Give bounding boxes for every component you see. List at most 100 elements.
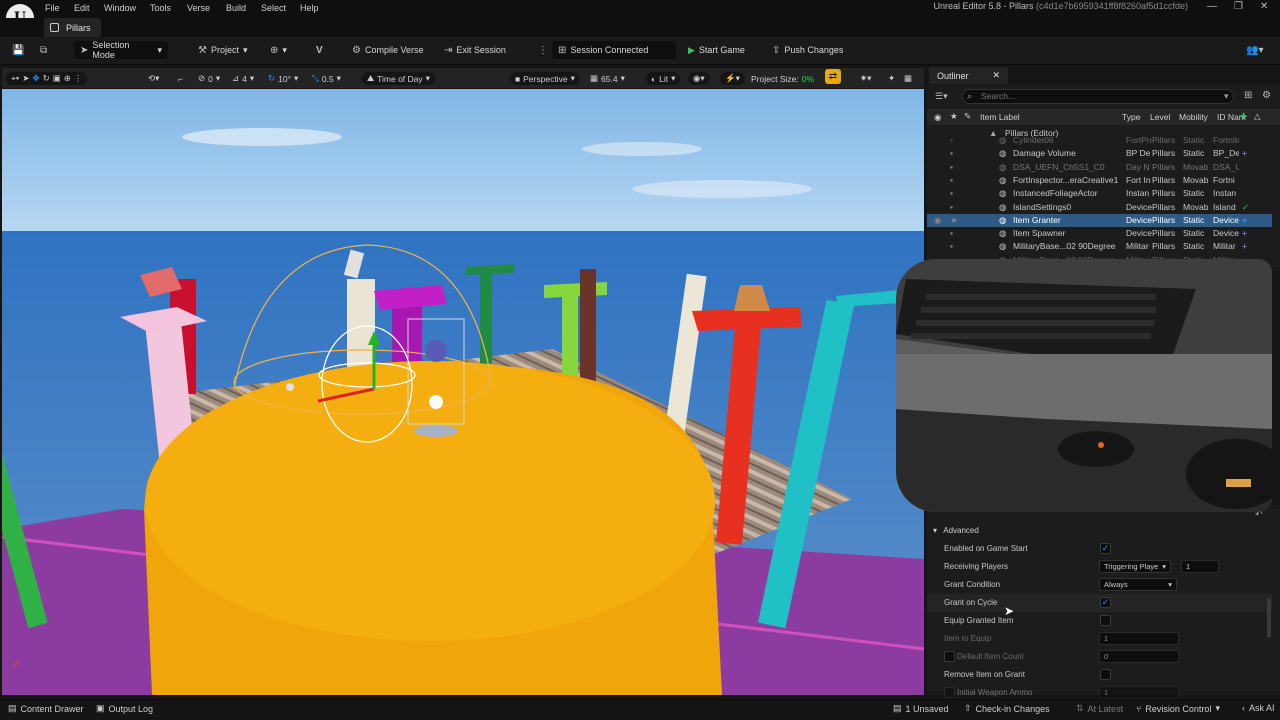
minimize-icon[interactable]: — [1207, 1, 1217, 12]
property-checkbox[interactable] [1100, 669, 1111, 680]
lit-dropdown[interactable]: ◐ Lit ▾ [646, 72, 681, 85]
layout-button[interactable]: ▦ [904, 72, 912, 85]
menu-build[interactable]: Build [226, 3, 246, 13]
property-dropdown[interactable]: Always ▾ [1099, 578, 1177, 591]
show-dropdown[interactable]: ◉▾ [688, 72, 710, 85]
content-drawer-button[interactable]: ▤ Content Drawer [8, 703, 84, 714]
menu-verse[interactable]: Verse [187, 3, 210, 13]
override-checkbox[interactable] [944, 651, 955, 662]
outliner-row[interactable]: ◉ ★ ◍ Item Granter Device Pillars Static Device… [927, 213, 1272, 227]
restore-icon[interactable]: ❐ [1234, 1, 1243, 12]
plus-icon[interactable]: + [1242, 241, 1247, 251]
menu-file[interactable]: File [45, 3, 60, 13]
pin-icon[interactable]: ✎ [964, 111, 971, 122]
star-icon[interactable]: ★ [950, 111, 958, 122]
column-item-label[interactable]: Item Label [980, 112, 1020, 122]
outliner-row[interactable]: ▪ ◍ IslandSettings0 Device Pillars Movab Islan… [927, 201, 1272, 214]
content-button[interactable]: ⧉ [34, 41, 53, 59]
visibility-toggle-icon[interactable]: ▪ [950, 148, 953, 158]
advanced-section-header[interactable]: ▾ Advanced [933, 526, 1273, 538]
project-dropdown[interactable]: ⚒ Project ▾ [192, 41, 254, 59]
users-button[interactable]: 👥▾ [1240, 41, 1269, 59]
plus-icon[interactable]: + [1242, 148, 1247, 158]
viewport-tool-a[interactable]: ✦ [888, 72, 895, 85]
ask-ai-button[interactable]: ‹ Ask AI [1242, 703, 1275, 713]
visibility-toggle-icon[interactable]: ▪ [950, 202, 953, 212]
viewport-settings[interactable]: ✷▾ [860, 72, 871, 85]
menu-tools[interactable]: Tools [150, 3, 171, 13]
fov-field[interactable]: ▦ 65.4 ▾ [590, 72, 625, 85]
session-status[interactable]: ⊞ Session Connected [552, 41, 676, 59]
column-mobility[interactable]: Mobility [1179, 112, 1208, 122]
visibility-toggle-icon[interactable]: ▪ [950, 135, 953, 145]
start-game-button[interactable]: ▶ Start Game [682, 41, 751, 59]
details-scrollbar[interactable] [1267, 598, 1271, 638]
menu-help[interactable]: Help [300, 3, 319, 13]
outliner-row[interactable]: ▪ ◍ Cylinder06 FortPro Pillars Static Fortnite [927, 134, 1272, 147]
outliner-row[interactable]: ▪ ◍ Item Spawner Device Pillars Static Device + [927, 227, 1272, 240]
outliner-row[interactable]: ▪ ◍ Damage Volume BP De Pillars Static BP_De + [927, 147, 1272, 160]
scale-icon[interactable]: ▣ [53, 73, 61, 84]
rotation-snap-a[interactable]: ⊘ 0 ▾ [198, 72, 220, 85]
surface-snap-toggle[interactable]: ⟲▾ [148, 72, 159, 85]
compile-verse-button[interactable]: ⚙ Compile Verse [346, 41, 430, 59]
visibility-toggle-icon[interactable]: ▪ [950, 228, 953, 238]
revision-control-dropdown[interactable]: ⑂ Revision Control ▾ [1136, 703, 1220, 714]
property-checkbox[interactable] [1100, 615, 1111, 626]
push-changes-button[interactable]: ⇪ Push Changes [766, 41, 849, 59]
tab-outliner[interactable]: Outliner ✕ [929, 67, 1009, 84]
angle-snap[interactable]: ↻ 10° ▾ [268, 72, 298, 85]
outliner-row[interactable]: ▪ ◍ InstancedFoliageActor Instan Pillars Stat… [927, 187, 1272, 200]
add-folder-icon[interactable]: ⊞ [1244, 90, 1252, 101]
plus-icon[interactable]: + [1242, 215, 1247, 225]
override-checkbox[interactable] [944, 687, 955, 698]
transform-tools[interactable]: ⌖▾ ➤ ✥ ↻ ▣ ⊕ ⋮ [6, 72, 88, 85]
property-number-field[interactable]: 1 [1181, 560, 1219, 573]
output-log-button[interactable]: ▣ Output Log [96, 703, 153, 714]
eye-icon[interactable]: ◉ [934, 215, 941, 226]
outliner-search-input[interactable]: Search... [962, 89, 1234, 104]
property-checkbox[interactable]: ✓ [1100, 543, 1111, 554]
time-of-day-dropdown[interactable]: ⛰ Time of Day ▾ [362, 72, 435, 85]
perspective-dropdown[interactable]: ■ Perspective ▾ [510, 72, 580, 85]
move-icon[interactable]: ✥ [32, 73, 39, 84]
property-number-field[interactable]: 1 [1099, 632, 1179, 645]
column-level[interactable]: Level [1150, 112, 1170, 122]
unsaved-indicator[interactable]: ▤ 1 Unsaved [893, 703, 949, 714]
grid-size-snap[interactable]: ⊿ 4 ▾ [232, 72, 254, 85]
menu-edit[interactable]: Edit [74, 3, 90, 13]
kebab-icon[interactable]: ⋮ [74, 73, 83, 84]
outliner-settings-icon[interactable]: ⚙ [1262, 90, 1271, 101]
exit-session-button[interactable]: ⇥ Exit Session [438, 41, 512, 59]
plus-icon[interactable]: + [1242, 228, 1247, 238]
globe-icon[interactable]: ⊕ [64, 73, 71, 84]
visibility-toggle-icon[interactable]: ▪ [950, 241, 953, 251]
more-options-button[interactable]: ⋮ [532, 41, 554, 59]
visibility-toggle-icon[interactable]: ▪ [950, 162, 953, 172]
column-type[interactable]: Type [1122, 112, 1140, 122]
property-number-field[interactable]: 1 [1099, 686, 1179, 699]
grid-snap-toggle[interactable]: ⌐ [178, 72, 183, 85]
rotate-icon[interactable]: ↻ [43, 73, 50, 84]
visibility-toggle-icon[interactable]: ★ [950, 215, 958, 226]
level-viewport[interactable]: ↗ [2, 89, 924, 695]
checkin-changes-button[interactable]: ⇧ Check-in Changes [964, 703, 1050, 714]
property-dropdown[interactable]: Triggering Playe ▾ [1099, 560, 1171, 573]
tab-pillars[interactable]: Pillars [44, 18, 101, 37]
visibility-toggle-icon[interactable]: ▪ [950, 175, 953, 185]
project-size-warning[interactable]: ⇄ [825, 69, 841, 84]
close-icon[interactable]: ✕ [993, 70, 1001, 81]
eye-icon[interactable]: ◉ [934, 112, 941, 123]
outliner-row[interactable]: ▪ ◍ FortInspector...eraCreative1 Fort In Pil… [927, 174, 1272, 187]
close-window-icon[interactable]: ✕ [1260, 1, 1268, 12]
realtime-dropdown[interactable]: ⚡▾ [720, 72, 745, 85]
property-checkbox[interactable]: ✓ [1100, 597, 1111, 608]
menu-select[interactable]: Select [261, 3, 286, 13]
chevron-down-icon[interactable]: ▾ [1224, 91, 1229, 102]
visibility-toggle-icon[interactable]: ▪ [950, 188, 953, 198]
filter-icon[interactable]: ☰▾ [935, 91, 948, 102]
scale-snap[interactable]: ⤡ 0.5 ▾ [312, 72, 341, 85]
save-button[interactable]: 💾 [6, 41, 30, 59]
outliner-row[interactable]: ▪ ◍ DSA_UEFN_Ch5S1_C0 Day N Pillars Movab DSA_… [927, 161, 1272, 174]
selection-mode-dropdown[interactable]: ➤ Selection Mode ▾ [74, 40, 168, 60]
